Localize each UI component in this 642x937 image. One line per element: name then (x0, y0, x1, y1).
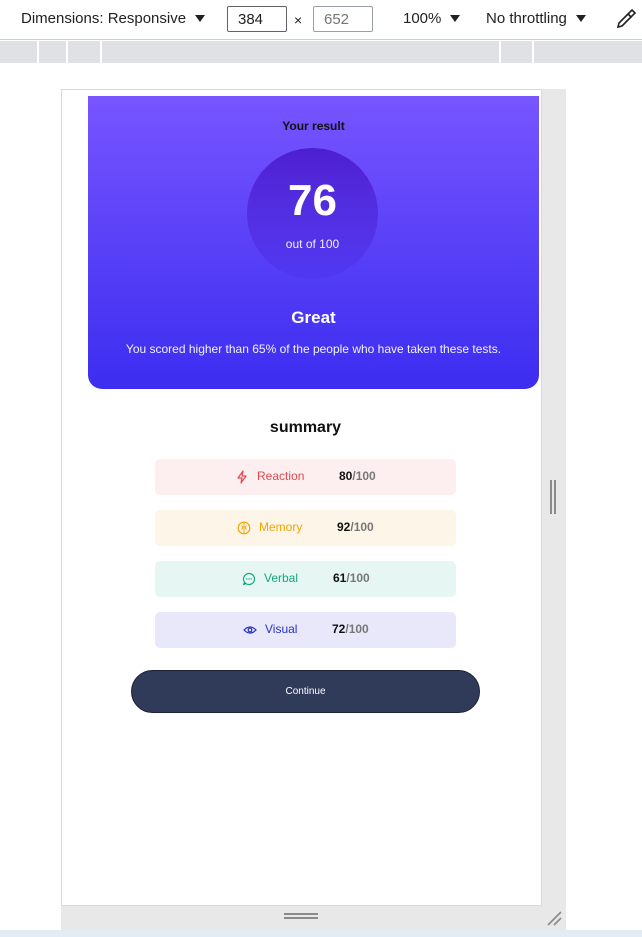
devtools-device-toolbar: Dimensions: Responsive × 100% No throttl… (0, 0, 642, 40)
zoom-dropdown[interactable]: 100% (403, 10, 461, 27)
summary-label: Verbal (264, 571, 299, 585)
dimensions-dropdown[interactable]: Dimensions: Responsive (21, 10, 206, 27)
summary-label: Visual (265, 622, 298, 636)
summary-row-visual: Visual 72/100 (155, 612, 456, 648)
summary-row-verbal: Verbal 61/100 (155, 561, 456, 597)
summary-score: 72/100 (332, 622, 369, 636)
width-input[interactable] (227, 6, 287, 32)
summary-label: Memory (259, 520, 303, 534)
corner-resize-icon[interactable] (544, 908, 564, 928)
rating-label: Great (291, 308, 336, 327)
bottom-strip (0, 930, 642, 937)
score-circle: 76 out of 100 (247, 148, 378, 279)
rating-description: You scored higher than 65% of the people… (125, 342, 502, 356)
score-out-of: out of 100 (285, 237, 340, 251)
summary-row-memory: Memory 92/100 (155, 510, 456, 546)
summary-title: summary (269, 419, 342, 436)
horizontal-drag-handle-icon[interactable] (284, 913, 318, 919)
brain-icon (237, 521, 251, 535)
caret-down-icon (195, 15, 206, 22)
score-value: 76 (288, 176, 337, 225)
summary-row-reaction: Reaction 80/100 (155, 459, 456, 495)
height-input[interactable] (313, 6, 373, 32)
result-card: Your result 76 out of 100 Great You scor… (88, 96, 539, 389)
chat-icon (242, 572, 256, 586)
vertical-drag-handle-icon[interactable] (550, 480, 556, 514)
summary-label: Reaction (257, 469, 305, 483)
summary-score: 80/100 (339, 469, 376, 483)
dimensions-label: Dimensions: Responsive (21, 10, 187, 27)
result-heading: Your result (282, 119, 345, 133)
continue-button[interactable]: Continue (131, 670, 480, 713)
zoom-label: 100% (403, 10, 442, 27)
summary-score: 61/100 (333, 571, 370, 585)
throttling-label: No throttling (486, 10, 567, 27)
emulated-viewport: Your result 76 out of 100 Great You scor… (61, 89, 542, 906)
caret-down-icon (450, 15, 461, 22)
eyedropper-icon[interactable] (615, 8, 637, 30)
summary-score: 92/100 (337, 520, 374, 534)
times-separator: × (294, 12, 303, 28)
caret-down-icon (575, 15, 586, 22)
media-query-ruler[interactable] (0, 41, 642, 63)
lightning-icon (237, 470, 247, 484)
throttling-dropdown[interactable]: No throttling (486, 10, 586, 27)
eye-icon (243, 626, 257, 634)
